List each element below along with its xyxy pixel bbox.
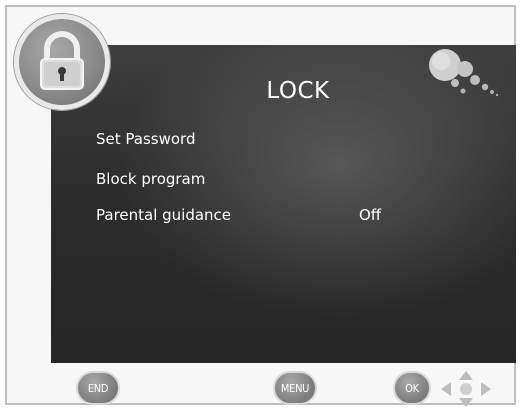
parental-guidance-value[interactable]: Off — [359, 206, 381, 224]
menu-item-set-password[interactable]: Set Password — [96, 130, 195, 148]
menu-button[interactable]: MENU — [273, 371, 317, 405]
ok-button[interactable]: OK — [393, 371, 431, 405]
bubbles-icon — [429, 49, 499, 97]
arrow-keys-icon[interactable] — [438, 369, 494, 409]
lock-badge — [14, 14, 110, 110]
padlock-icon — [40, 31, 84, 90]
menu-item-parental-guidance[interactable]: Parental guidance — [96, 206, 231, 224]
page-title: LOCK — [266, 78, 330, 104]
end-button[interactable]: END — [76, 371, 120, 405]
menu-item-block-program[interactable]: Block program — [96, 170, 205, 188]
